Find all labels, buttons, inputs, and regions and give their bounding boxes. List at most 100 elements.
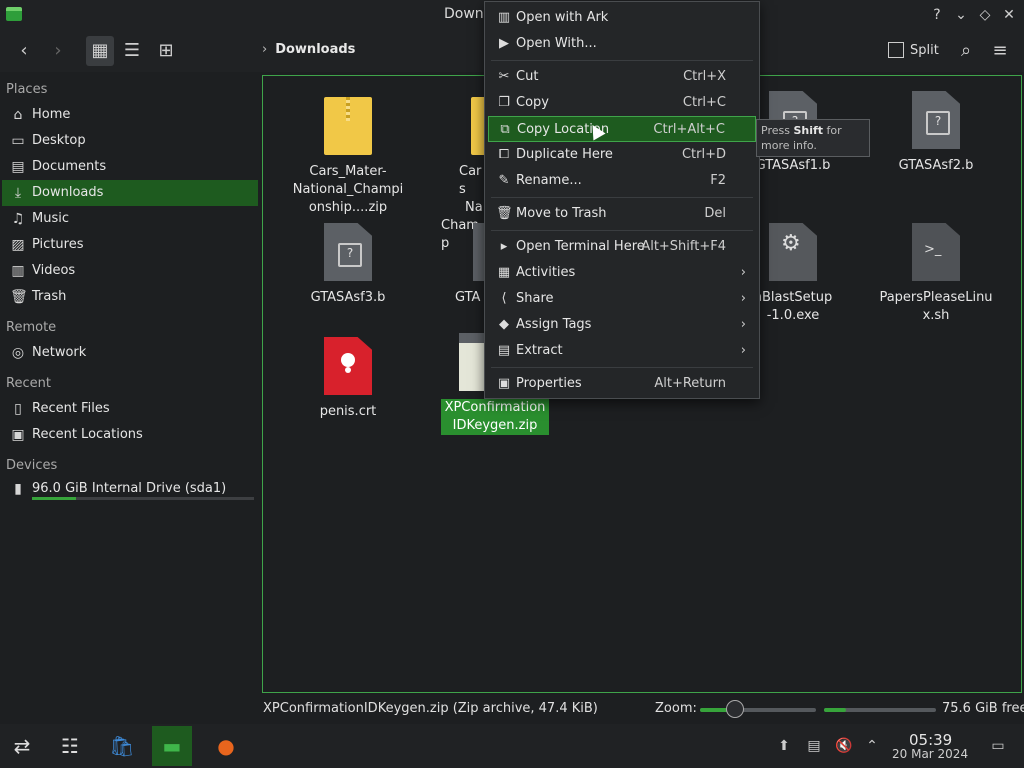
file-item[interactable]: hBlastSetup-1.0.exe: [753, 223, 833, 325]
maximize-icon[interactable]: ◇: [975, 5, 995, 25]
tray-expand-icon[interactable]: ⌃: [862, 736, 882, 756]
sidebar-item-music[interactable]: ♫ Music: [2, 206, 258, 232]
sidebar-item-label: Music: [32, 211, 69, 226]
pictures-icon: ▨: [11, 237, 25, 253]
menu-shortcut: Del: [704, 206, 726, 221]
file-item[interactable]: GTA: [455, 223, 485, 307]
zip-file-icon: [324, 97, 372, 155]
icons-view-button[interactable]: ▦: [86, 36, 114, 66]
details-view-button[interactable]: ⊞: [152, 36, 180, 66]
file-manager-task-icon[interactable]: ▬: [152, 726, 192, 766]
menu-shortcut: Ctrl+X: [683, 69, 726, 84]
sidebar-item-recent-files[interactable]: ▯ Recent Files: [2, 396, 258, 422]
split-button[interactable]: Split: [888, 38, 939, 64]
sidebar-item-home[interactable]: ⌂ Home: [2, 102, 258, 128]
clipboard-icon[interactable]: ▤: [804, 736, 824, 756]
sidebar-item-trash[interactable]: 🗑 Trash: [2, 284, 258, 310]
music-icon: ♫: [11, 211, 25, 227]
breadcrumb[interactable]: › Downloads: [262, 42, 355, 57]
zoom-label: Zoom:: [655, 701, 697, 716]
file-item[interactable]: PapersPleaseLinux.sh: [877, 223, 995, 325]
minimize-icon[interactable]: ⌄: [951, 5, 971, 25]
file-item[interactable]: penis.crt: [289, 337, 407, 421]
menu-item-label: Extract: [516, 343, 563, 358]
menu-item-rename[interactable]: ✎ Rename... F2: [488, 168, 756, 194]
close-icon[interactable]: ✕: [999, 5, 1019, 25]
menu-separator: [491, 60, 753, 61]
file-label: GTASAsf3.b: [310, 290, 386, 305]
menu-shortcut: Ctrl+Alt+C: [653, 122, 725, 137]
section-label-recent: Recent: [6, 376, 51, 391]
hamburger-menu-icon[interactable]: ≡: [986, 36, 1014, 66]
split-label: Split: [910, 43, 939, 58]
volume-muted-icon[interactable]: 🔇: [834, 736, 854, 756]
sidebar-item-desktop[interactable]: ▭ Desktop: [2, 128, 258, 154]
certificate-file-icon: [324, 337, 372, 395]
menu-item-label: Cut: [516, 69, 539, 84]
sidebar-item-downloads[interactable]: ⤓ Downloads: [2, 180, 258, 206]
sidebar-item-label: Desktop: [32, 133, 86, 148]
menu-item-copy-location[interactable]: ⧉ Copy Location Ctrl+Alt+C: [488, 116, 756, 142]
back-button[interactable]: ‹: [10, 36, 38, 66]
help-icon[interactable]: ?: [927, 5, 947, 25]
recent-locations-icon: ▣: [11, 427, 25, 443]
menu-item-activities[interactable]: ▦ Activities ›: [488, 260, 756, 286]
zoom-slider[interactable]: [700, 708, 816, 712]
menu-item-label: Rename...: [516, 173, 582, 188]
app-launcher-icon[interactable]: ⇄: [2, 726, 42, 766]
menu-item-label: Open with Ark: [516, 10, 609, 25]
menu-item-cut[interactable]: ✂ Cut Ctrl+X: [488, 64, 756, 90]
forward-button[interactable]: ›: [44, 36, 72, 66]
menu-item-open-terminal[interactable]: ▸ Open Terminal Here Alt+Shift+F4: [488, 234, 756, 260]
menu-item-copy[interactable]: ❐ Copy Ctrl+C: [488, 90, 756, 116]
file-item[interactable]: Cars_Mater-National_Championship....zip: [289, 97, 407, 217]
rename-icon: ✎: [498, 173, 510, 188]
menu-item-share[interactable]: ⟨ Share ›: [488, 286, 756, 312]
free-space-fill: [824, 708, 847, 712]
sidebar-item-documents[interactable]: ▤ Documents: [2, 154, 258, 180]
sidebar-item-label: Documents: [32, 159, 107, 174]
menu-item-properties[interactable]: ▣ Properties Alt+Return: [488, 371, 756, 397]
file-label: hBlastSetup-1.0.exe: [753, 290, 833, 323]
sidebar-item-pictures[interactable]: ▨ Pictures: [2, 232, 258, 258]
sidebar-item-label: Downloads: [32, 185, 104, 200]
dolphin-app-icon: [6, 7, 22, 21]
discover-store-icon[interactable]: 🛍: [102, 726, 142, 766]
compact-view-button[interactable]: ☰: [118, 36, 146, 66]
sidebar-item-recent-locations[interactable]: ▣ Recent Locations: [2, 422, 258, 448]
menu-item-move-to-trash[interactable]: 🗑 Move to Trash Del: [488, 201, 756, 227]
file-label: Cars: [459, 164, 482, 197]
search-icon[interactable]: ⌕: [952, 36, 980, 66]
drive-usage-bar: [32, 497, 254, 500]
sidebar-item-network[interactable]: ◎ Network: [2, 340, 258, 366]
zip-file-icon: [471, 97, 485, 155]
taskbar: ⇄ ☷ 🛍 ▬ ● ⬆ ▤ 🔇 ⌃ 05:39 20 Mar 2024 ▭: [0, 724, 1024, 768]
tooltip: Press Shift for more info.: [756, 119, 870, 157]
show-desktop-icon[interactable]: ▭: [988, 736, 1008, 756]
menu-item-duplicate-here[interactable]: ⧠ Duplicate Here Ctrl+D: [488, 142, 756, 168]
sidebar-item-videos[interactable]: ▥ Videos: [2, 258, 258, 284]
drive-icon: ▮: [14, 481, 22, 497]
sidebar-item-label: Recent Files: [32, 401, 110, 416]
copy-location-icon: ⧉: [500, 122, 510, 137]
free-space-text: 75.6 GiB free: [942, 701, 1024, 716]
menu-item-open-with[interactable]: ▶ Open With...: [488, 31, 756, 57]
updates-icon[interactable]: ⬆: [774, 736, 794, 756]
file-item[interactable]: GTASAsf2.b: [877, 91, 995, 175]
chevron-right-icon: ›: [740, 265, 746, 280]
document-file-icon: [912, 91, 960, 149]
menu-item-extract[interactable]: ▤ Extract ›: [488, 338, 756, 364]
menu-item-open-with-ark[interactable]: ▥ Open with Ark: [488, 5, 756, 31]
sidebar-item-label: Home: [32, 107, 71, 122]
system-settings-icon[interactable]: ☷: [50, 726, 90, 766]
clock-date[interactable]: 20 Mar 2024: [892, 747, 968, 761]
firefox-icon[interactable]: ●: [206, 726, 246, 766]
menu-item-assign-tags[interactable]: ◆ Assign Tags ›: [488, 312, 756, 338]
file-label: PapersPleaseLinux.sh: [879, 290, 993, 323]
zoom-slider-handle[interactable]: [725, 700, 744, 718]
file-label: penis.crt: [319, 404, 377, 419]
menu-item-label: Assign Tags: [516, 317, 592, 332]
shell-script-icon: [912, 223, 960, 281]
file-label: Na: [465, 200, 483, 215]
file-item[interactable]: GTASAsf3.b: [289, 223, 407, 307]
